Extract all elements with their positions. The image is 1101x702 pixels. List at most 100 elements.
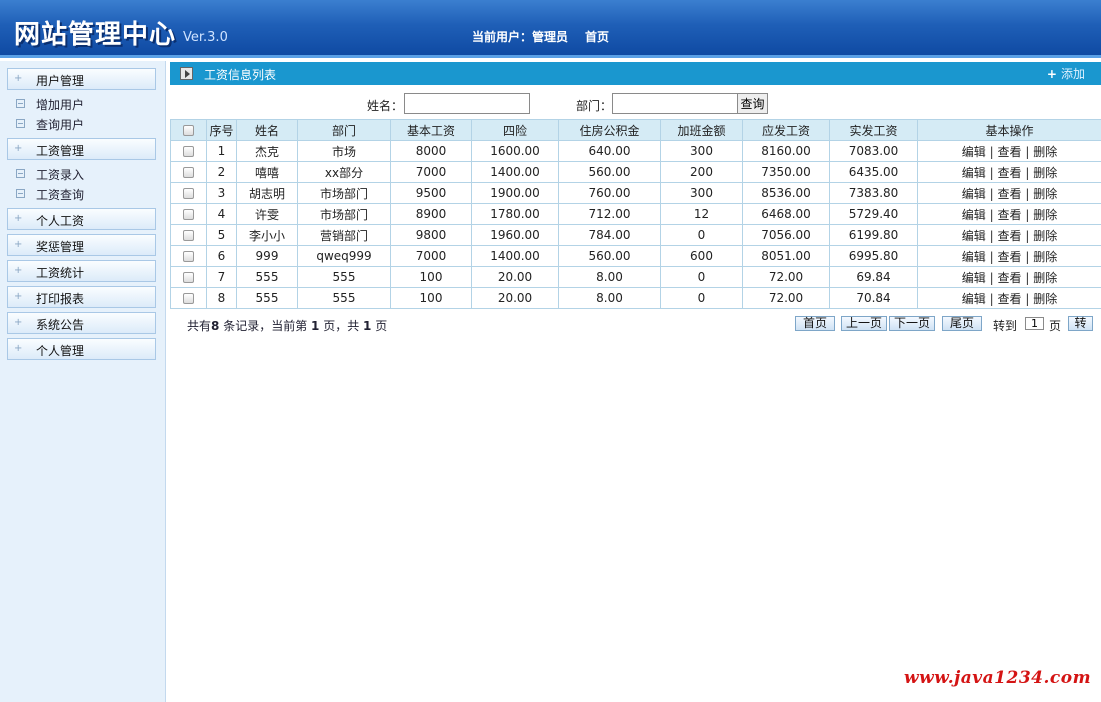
- goto-label: 转到: [993, 319, 1018, 333]
- table-cell: 555: [236, 266, 298, 288]
- delete-link[interactable]: 删除: [1033, 187, 1057, 201]
- pager-text: 共有: [187, 319, 212, 333]
- table-cell: 8051.00: [742, 245, 830, 267]
- name-input[interactable]: [404, 93, 530, 114]
- table-cell: 200: [660, 161, 743, 183]
- table-cell: 杰克: [236, 140, 298, 162]
- menu-salary-management[interactable]: + 工资管理: [7, 138, 156, 160]
- menu-personal-management[interactable]: + 个人管理: [7, 338, 156, 360]
- separator: |: [1025, 249, 1030, 264]
- row-checkbox[interactable]: [183, 146, 194, 157]
- menu-label: 个人管理: [36, 344, 85, 358]
- edit-link[interactable]: 编辑: [962, 250, 986, 264]
- menu-personal-salary[interactable]: + 个人工资: [7, 208, 156, 230]
- delete-link[interactable]: 删除: [1033, 271, 1057, 285]
- add-button[interactable]: + 添加: [1047, 65, 1085, 82]
- menu-print-report[interactable]: + 打印报表: [7, 286, 156, 308]
- delete-link[interactable]: 删除: [1033, 208, 1057, 222]
- page-unit-label: 页: [1049, 319, 1062, 333]
- delete-link[interactable]: 删除: [1033, 250, 1057, 264]
- salary-table: 序号 姓名 部门 基本工资 四险 住房公积金 加班金额 应发工资 实发工资 基本…: [170, 119, 1101, 309]
- row-checkbox[interactable]: [183, 230, 194, 241]
- menu-label: 工资录入: [36, 168, 85, 182]
- column-header: 住房公积金: [558, 119, 661, 141]
- edit-link[interactable]: 编辑: [962, 292, 986, 306]
- table-cell: 7350.00: [742, 161, 830, 183]
- menu-label: 个人工资: [36, 214, 85, 228]
- table-row: 5 李小小 营销部门 9800 1960.00 784.00 0 7056.00 6199.80…: [170, 224, 1101, 246]
- table-cell: 999: [236, 245, 298, 267]
- select-all-checkbox[interactable]: [183, 125, 194, 136]
- table-cell: 1400.00: [471, 161, 559, 183]
- table-cell: 1900.00: [471, 182, 559, 204]
- table-cell: 20.00: [471, 287, 559, 309]
- row-checkbox[interactable]: [183, 251, 194, 262]
- table-cell: 712.00: [558, 203, 661, 225]
- query-button[interactable]: 查询: [737, 93, 768, 114]
- row-checkbox[interactable]: [183, 167, 194, 178]
- table-cell: 7000: [390, 245, 472, 267]
- menu-label: 系统公告: [36, 318, 85, 332]
- table-cell: 560.00: [558, 161, 661, 183]
- first-page-button[interactable]: 首页: [795, 316, 835, 331]
- menu-salary-statistics[interactable]: + 工资统计: [7, 260, 156, 282]
- column-header: 姓名: [236, 119, 298, 141]
- table-cell: 7383.80: [829, 182, 918, 204]
- view-link[interactable]: 查看: [997, 229, 1021, 243]
- row-select-cell: [170, 182, 207, 204]
- expand-icon: +: [14, 73, 23, 84]
- goto-button[interactable]: 转: [1068, 316, 1093, 331]
- table-cell: 7056.00: [742, 224, 830, 246]
- delete-link[interactable]: 删除: [1033, 292, 1057, 306]
- row-checkbox[interactable]: [183, 272, 194, 283]
- view-link[interactable]: 查看: [997, 271, 1021, 285]
- edit-link[interactable]: 编辑: [962, 187, 986, 201]
- row-checkbox[interactable]: [183, 293, 194, 304]
- table-cell: 6468.00: [742, 203, 830, 225]
- edit-link[interactable]: 编辑: [962, 271, 986, 285]
- prev-page-button[interactable]: 上一页: [841, 316, 887, 331]
- edit-link[interactable]: 编辑: [962, 166, 986, 180]
- row-checkbox[interactable]: [183, 209, 194, 220]
- table-cell: qweq999: [297, 245, 391, 267]
- separator: |: [989, 249, 994, 264]
- table-cell: 市场部门: [297, 182, 391, 204]
- next-page-button[interactable]: 下一页: [889, 316, 935, 331]
- row-checkbox[interactable]: [183, 188, 194, 199]
- row-actions-cell: 编辑 | 查看 | 删除: [917, 287, 1101, 309]
- separator: |: [989, 165, 994, 180]
- table-cell: 760.00: [558, 182, 661, 204]
- table-cell: 0: [660, 266, 743, 288]
- table-row: 7 555 555 100 20.00 8.00 0 72.00 69.84 编辑 | 查看 | …: [170, 266, 1101, 288]
- expand-icon: +: [14, 143, 23, 154]
- delete-link[interactable]: 删除: [1033, 166, 1057, 180]
- edit-link[interactable]: 编辑: [962, 208, 986, 222]
- edit-link[interactable]: 编辑: [962, 145, 986, 159]
- goto-page-input[interactable]: [1025, 317, 1044, 330]
- delete-link[interactable]: 删除: [1033, 229, 1057, 243]
- last-page-button[interactable]: 尾页: [942, 316, 982, 331]
- view-link[interactable]: 查看: [997, 187, 1021, 201]
- add-label: 添加: [1060, 67, 1085, 81]
- row-select-cell: [170, 161, 207, 183]
- delete-link[interactable]: 删除: [1033, 145, 1057, 159]
- table-cell: 69.84: [829, 266, 918, 288]
- menu-user-management[interactable]: + 用户管理: [7, 68, 156, 90]
- separator: |: [989, 270, 994, 285]
- edit-link[interactable]: 编辑: [962, 229, 986, 243]
- menu-system-notice[interactable]: + 系统公告: [7, 312, 156, 334]
- table-cell: 胡志明: [236, 182, 298, 204]
- table-cell: 8160.00: [742, 140, 830, 162]
- dept-input[interactable]: [612, 93, 738, 114]
- separator: |: [989, 144, 994, 159]
- view-link[interactable]: 查看: [997, 145, 1021, 159]
- view-link[interactable]: 查看: [997, 208, 1021, 222]
- menu-reward-management[interactable]: + 奖惩管理: [7, 234, 156, 256]
- view-link[interactable]: 查看: [997, 250, 1021, 264]
- column-header: 基本操作: [917, 119, 1101, 141]
- view-link[interactable]: 查看: [997, 292, 1021, 306]
- table-cell: 市场部门: [297, 203, 391, 225]
- view-link[interactable]: 查看: [997, 166, 1021, 180]
- table-cell: 9500: [390, 182, 472, 204]
- home-link[interactable]: 首页: [585, 28, 609, 45]
